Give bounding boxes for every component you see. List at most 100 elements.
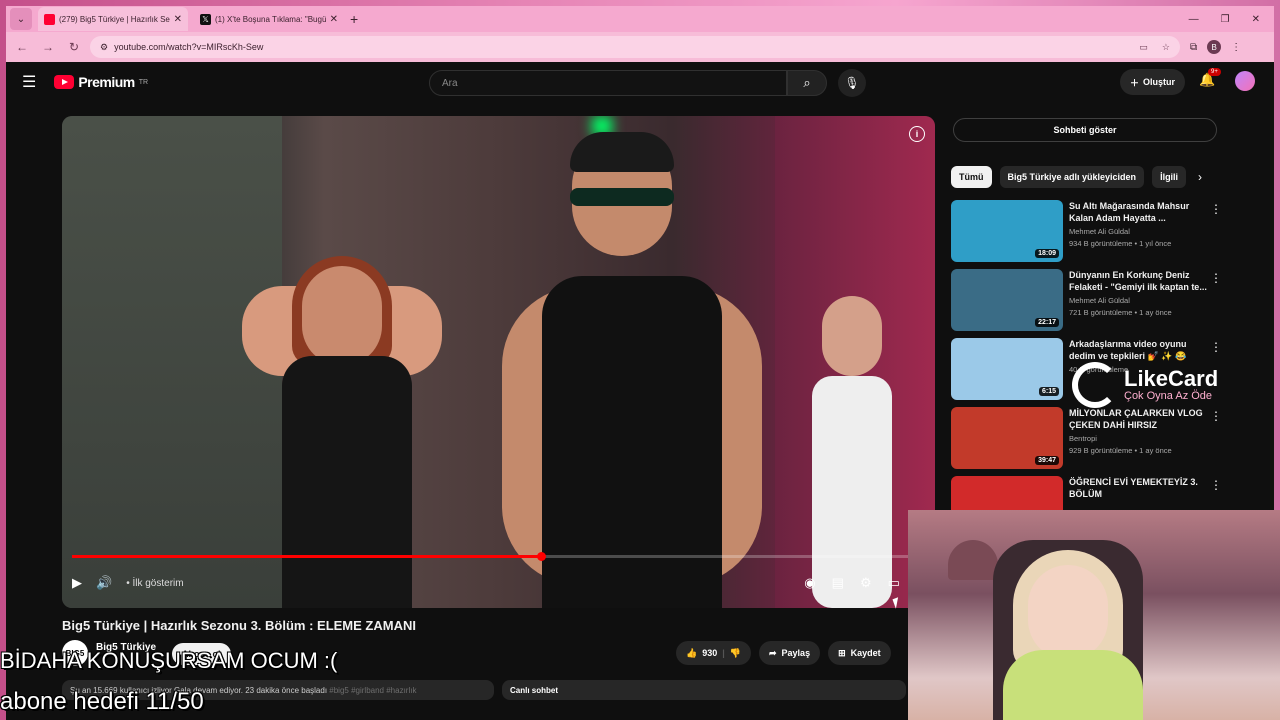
chip-uploader[interactable]: Big5 Türkiye adlı yükleyiciden (999, 166, 1145, 188)
close-window-icon[interactable]: ✕ (1252, 14, 1260, 25)
tab-search-button[interactable]: ⌄ (10, 8, 32, 30)
play-icon[interactable]: ▶ (72, 575, 82, 591)
thumbs-down-icon[interactable]: 👎 (730, 648, 741, 659)
close-icon[interactable]: ✕ (174, 14, 182, 25)
hamburger-menu-icon[interactable]: ☰ (22, 72, 36, 92)
address-bar[interactable]: ⚙ youtube.com/watch?v=MIRscKh-Sew ▭ ☆ (90, 36, 1180, 58)
save-button[interactable]: ⊞ Kaydet (828, 641, 891, 665)
autoplay-toggle-icon[interactable]: ◉ (804, 575, 815, 591)
divider: | (722, 648, 725, 658)
account-avatar[interactable] (1235, 71, 1255, 91)
more-options-icon[interactable]: ⋮ (1210, 340, 1222, 354)
browser-tab-youtube[interactable]: (279) Big5 Türkiye | Hazırlık Sez ✕ (38, 7, 188, 31)
theater-mode-icon[interactable]: ▭ (888, 575, 900, 591)
thumbs-up-icon: 👍 (686, 647, 698, 658)
duration-badge: 39:47 (1035, 456, 1059, 465)
search-icon: ⌕ (803, 75, 811, 90)
browser-menu-icon[interactable]: ⋮ (1231, 42, 1241, 53)
filter-chips: Tümü Big5 Türkiye adlı yükleyiciden İlgi… (951, 166, 1187, 188)
video-thumbnail[interactable]: 6:15 (951, 338, 1063, 400)
search-input[interactable]: Ara (429, 70, 787, 96)
rec-channel[interactable]: Mehmet Ali Güldal (1069, 296, 1209, 305)
info-icon[interactable]: i (909, 126, 925, 142)
more-options-icon[interactable]: ⋮ (1210, 202, 1222, 216)
region-code: TR (138, 78, 149, 86)
minimize-icon[interactable]: — (1189, 14, 1199, 25)
more-options-icon[interactable]: ⋮ (1210, 409, 1222, 423)
plus-icon: ＋ (1130, 77, 1140, 88)
more-options-icon[interactable]: ⋮ (1210, 271, 1222, 285)
rec-title[interactable]: Arkadaşlarıma video oyunu dedim ve tepki… (1069, 338, 1209, 362)
duration-badge: 18:09 (1035, 249, 1059, 258)
youtube-icon (44, 13, 55, 25)
youtube-logo[interactable]: Premium TR (54, 74, 148, 90)
rec-title[interactable]: Su Altı Mağarasında Mahsur Kalan Adam Ha… (1069, 200, 1209, 224)
like-button[interactable]: 👍 930 | 👎 (676, 641, 751, 665)
description-tags[interactable]: #big5 #girlband #hazırlık (329, 686, 416, 695)
back-icon[interactable]: ← (12, 40, 32, 54)
recommendation-item[interactable]: 18:09 Su Altı Mağarasında Mahsur Kalan A… (951, 200, 1226, 268)
video-thumbnail[interactable]: 18:09 (951, 200, 1063, 262)
likecard-slogan: Çok Oyna Az Öde (1124, 390, 1213, 402)
webcam-face (1028, 565, 1108, 660)
bookmark-star-icon[interactable]: ☆ (1162, 42, 1170, 53)
voice-search-button[interactable]: 🎙 (838, 69, 866, 97)
recommendation-item[interactable]: 22:17 Dünyanın En Korkunç Deniz Felaketi… (951, 269, 1226, 337)
cast-icon[interactable]: ▭ (1139, 42, 1148, 53)
chapter-label[interactable]: • İlk gösterim (126, 578, 183, 589)
share-button[interactable]: ➦ Paylaş (759, 641, 821, 665)
webcam-lamp (948, 540, 998, 580)
new-tab-button[interactable]: + (350, 11, 358, 27)
chip-related[interactable]: İlgili (1152, 166, 1187, 188)
create-button[interactable]: ＋ Oluştur (1120, 69, 1186, 95)
x-icon: 𝕏 (200, 13, 211, 25)
rec-title[interactable]: ÖĞRENCİ EVİ YEMEKTEYİZ 3. BÖLÜM (1069, 476, 1209, 500)
browser-tab-bar: ⌄ (279) Big5 Türkiye | Hazırlık Sez ✕ 𝕏 … (6, 6, 1274, 32)
rec-channel[interactable]: Bentropi (1069, 434, 1209, 443)
show-chat-button[interactable]: Sohbeti göster (953, 118, 1217, 142)
chip-all[interactable]: Tümü (951, 166, 992, 188)
duration-badge: 22:17 (1035, 318, 1059, 327)
logo-text: Premium (78, 74, 135, 90)
search-button[interactable]: ⌕ (787, 70, 827, 96)
recommendation-item[interactable]: 39:47 MİLYONLAR ÇALARKEN VLOG ÇEKEN DAHİ… (951, 407, 1226, 475)
chevron-right-icon[interactable]: › (1198, 170, 1202, 184)
video-person-right (802, 296, 902, 608)
rec-title[interactable]: Dünyanın En Korkunç Deniz Felaketi - "Ge… (1069, 269, 1209, 293)
settings-gear-icon[interactable]: ⚙ (860, 575, 872, 591)
site-info-icon[interactable]: ⚙ (100, 42, 108, 53)
url-text: youtube.com/watch?v=MIRscKh-Sew (114, 42, 264, 52)
rec-channel[interactable]: Mehmet Ali Güldal (1069, 227, 1209, 236)
close-icon[interactable]: ✕ (330, 14, 338, 25)
video-actions: 👍 930 | 👎 ➦ Paylaş ⊞ Kaydet (676, 641, 891, 665)
rec-title[interactable]: MİLYONLAR ÇALARKEN VLOG ÇEKEN DAHİ HIRSI… (1069, 407, 1209, 431)
likecard-sponsor-logo: LikeCard Çok Oyna Az Öde (1072, 362, 1218, 408)
rec-stats: 934 B görüntüleme • 1 yıl önce (1069, 239, 1172, 248)
progress-bar[interactable] (72, 552, 925, 561)
like-count: 930 (702, 648, 718, 658)
live-chat-header[interactable]: Canlı sohbet (502, 680, 906, 700)
stream-caption-line1: BİDAHA KONUŞURSAM OCUM :( (0, 648, 338, 673)
chapter-text: İlk gösterim (132, 577, 184, 589)
browser-tab-x[interactable]: 𝕏 (1) X'te Boşuna Tıklama: "Bugü ✕ (194, 7, 344, 31)
reload-icon[interactable]: ↻ (64, 40, 84, 54)
volume-icon[interactable]: 🔊 (96, 575, 112, 591)
subtitles-icon[interactable]: ▤ (832, 575, 844, 591)
window-controls: — ❐ ✕ (1189, 14, 1260, 25)
rec-stats: 721 B görüntüleme • 1 ay önce (1069, 308, 1172, 317)
video-thumbnail[interactable]: 22:17 (951, 269, 1063, 331)
webcam-shirt (1003, 650, 1143, 720)
restore-icon[interactable]: ❐ (1221, 14, 1230, 25)
video-title: Big5 Türkiye | Hazırlık Sezonu 3. Bölüm … (62, 618, 416, 633)
more-options-icon[interactable]: ⋮ (1210, 478, 1222, 492)
save-label: Kaydet (850, 648, 881, 658)
share-label: Paylaş (781, 648, 811, 658)
video-player[interactable]: i ▶ 🔊 • İlk gösterim ◉ ▤ ⚙ ▭ ⛶ (62, 116, 935, 608)
video-thumbnail[interactable]: 39:47 (951, 407, 1063, 469)
forward-icon[interactable]: → (38, 40, 58, 54)
profile-avatar[interactable]: B (1207, 40, 1222, 54)
microphone-icon: 🎙 (844, 76, 860, 90)
notifications-button[interactable]: 🔔 9+ (1199, 68, 1221, 88)
extensions-icon[interactable]: ⧉ (1190, 42, 1197, 53)
desktop-frame: ⌄ (279) Big5 Türkiye | Hazırlık Sez ✕ 𝕏 … (0, 0, 1280, 720)
